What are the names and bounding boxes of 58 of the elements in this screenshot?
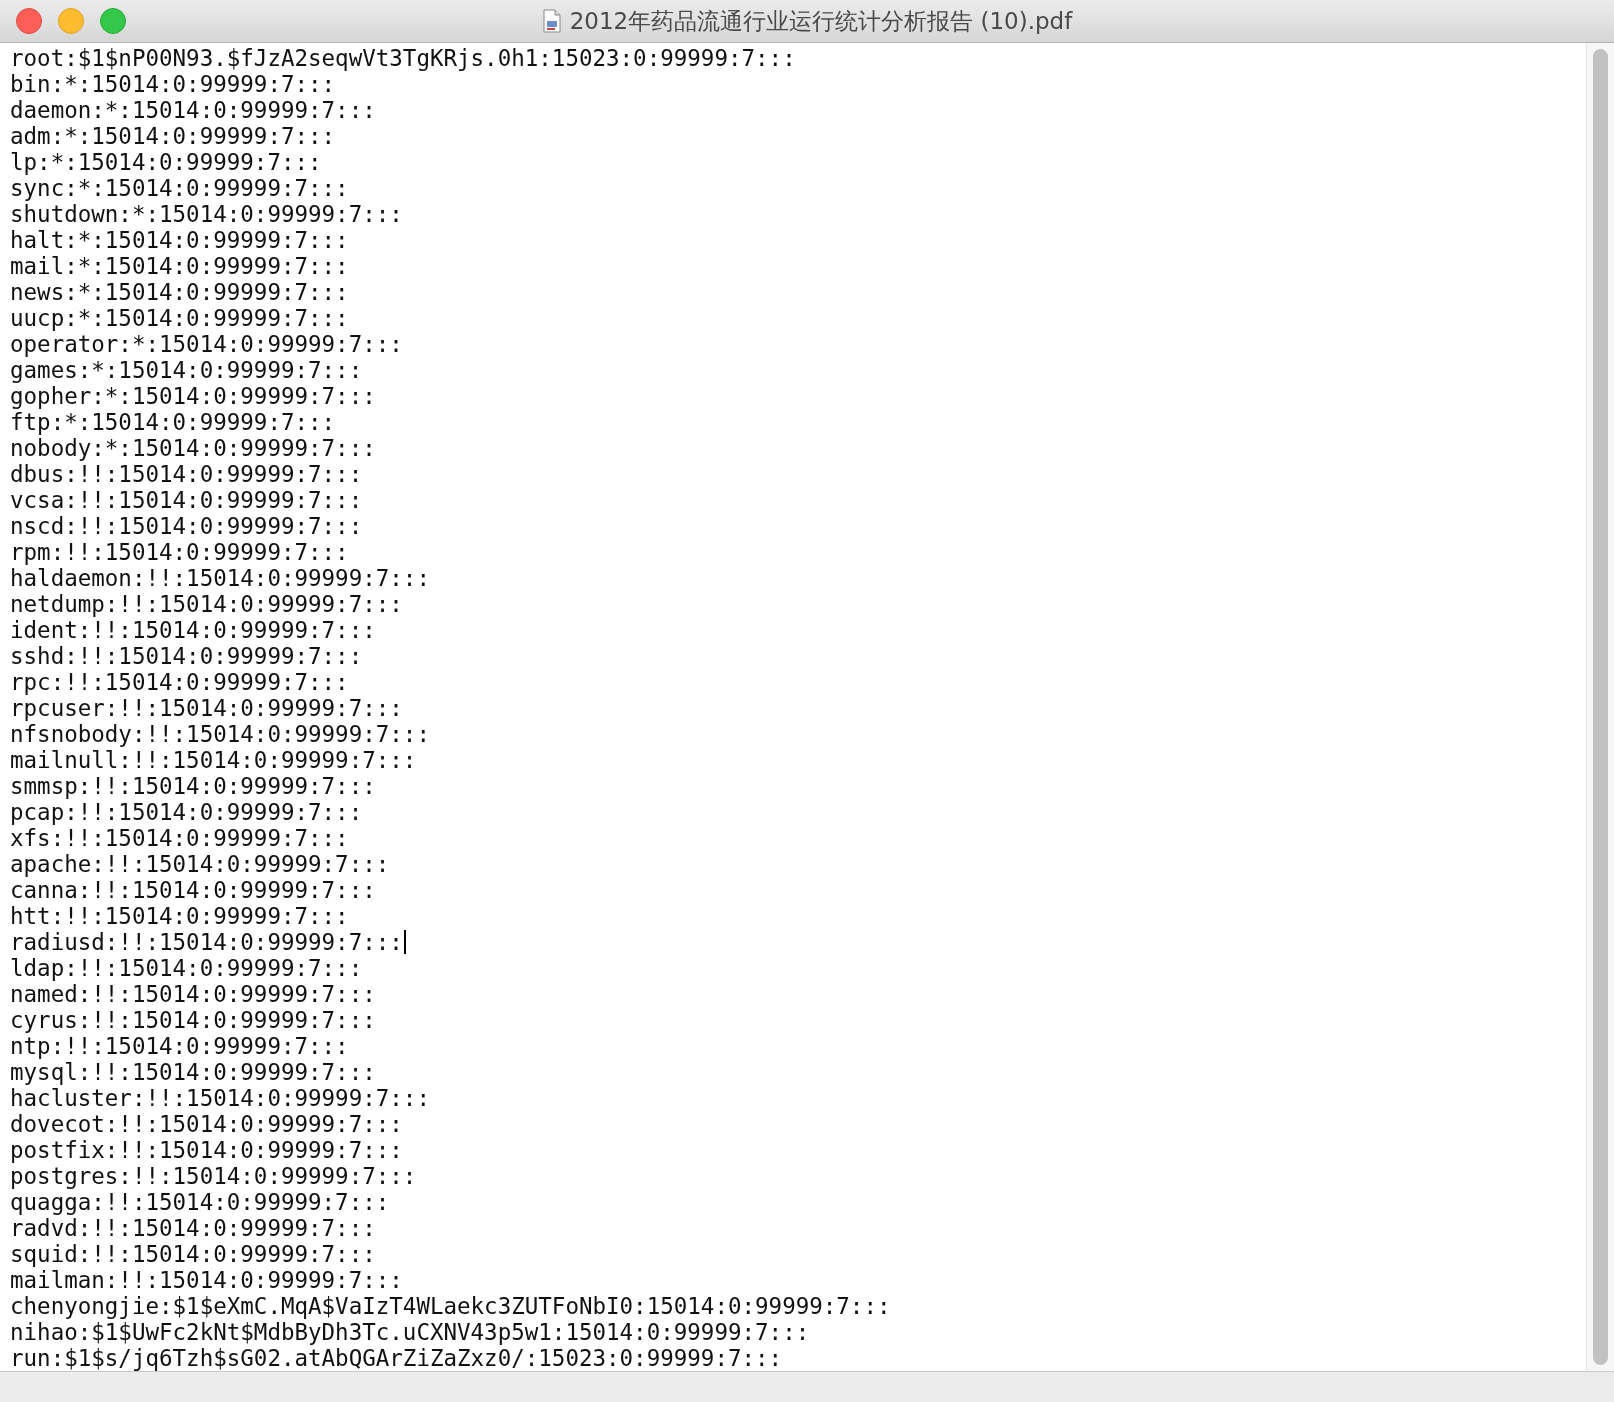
text-line: haldaemon:!!:15014:0:99999:7:::	[10, 565, 430, 591]
text-line: rpcuser:!!:15014:0:99999:7:::	[10, 695, 403, 721]
text-line: nfsnobody:!!:15014:0:99999:7:::	[10, 721, 430, 747]
scrollbar-thumb[interactable]	[1593, 49, 1608, 1365]
text-line: root:$1$nP00N93.$fJzA2seqwVt3TgKRjs.0h1:15023:0:99999:7:::	[10, 45, 796, 71]
minimize-button[interactable]	[58, 8, 84, 34]
text-line: cyrus:!!:15014:0:99999:7:::	[10, 1007, 376, 1033]
text-line: gopher:*:15014:0:99999:7:::	[10, 383, 376, 409]
text-line: operator:*:15014:0:99999:7:::	[10, 331, 403, 357]
text-line: named:!!:15014:0:99999:7:::	[10, 981, 376, 1007]
text-line: vcsa:!!:15014:0:99999:7:::	[10, 487, 363, 513]
text-line: rpm:!!:15014:0:99999:7:::	[10, 539, 349, 565]
text-line: nihao:$1$UwFc2kNt$MdbByDh3Tc.uCXNV43p5w1:15014:0:99999:7:::	[10, 1319, 810, 1345]
text-line: dovecot:!!:15014:0:99999:7:::	[10, 1111, 403, 1137]
text-line: xfs:!!:15014:0:99999:7:::	[10, 825, 349, 851]
text-line: rpc:!!:15014:0:99999:7:::	[10, 669, 349, 695]
text-line: postfix:!!:15014:0:99999:7:::	[10, 1137, 403, 1163]
text-line: adm:*:15014:0:99999:7:::	[10, 123, 336, 149]
text-line: shutdown:*:15014:0:99999:7:::	[10, 201, 403, 227]
text-line: ident:!!:15014:0:99999:7:::	[10, 617, 376, 643]
text-line: sshd:!!:15014:0:99999:7:::	[10, 643, 363, 669]
text-line: uucp:*:15014:0:99999:7:::	[10, 305, 349, 331]
text-line: quagga:!!:15014:0:99999:7:::	[10, 1189, 390, 1215]
text-line: ntp:!!:15014:0:99999:7:::	[10, 1033, 349, 1059]
text-line: hacluster:!!:15014:0:99999:7:::	[10, 1085, 430, 1111]
text-line: radiusd:!!:15014:0:99999:7:::	[10, 929, 403, 955]
text-line: htt:!!:15014:0:99999:7:::	[10, 903, 349, 929]
text-line: mailnull:!!:15014:0:99999:7:::	[10, 747, 417, 773]
text-line: halt:*:15014:0:99999:7:::	[10, 227, 349, 253]
text-line: nobody:*:15014:0:99999:7:::	[10, 435, 376, 461]
text-line: run:$1$s/jq6Tzh$sG02.atAbQGArZiZaZxz0/:15023:0:99999:7:::	[10, 1345, 783, 1371]
window-title: 2012年药品流通行业运行统计分析报告 (10).pdf	[569, 6, 1073, 36]
text-line: mailman:!!:15014:0:99999:7:::	[10, 1267, 403, 1293]
text-line: postgres:!!:15014:0:99999:7:::	[10, 1163, 417, 1189]
text-line: dbus:!!:15014:0:99999:7:::	[10, 461, 363, 487]
text-line: canna:!!:15014:0:99999:7:::	[10, 877, 376, 903]
text-line: mail:*:15014:0:99999:7:::	[10, 253, 349, 279]
text-line: lp:*:15014:0:99999:7:::	[10, 149, 322, 175]
text-line: pcap:!!:15014:0:99999:7:::	[10, 799, 363, 825]
scrollbar[interactable]	[1586, 43, 1614, 1371]
text-line: sync:*:15014:0:99999:7:::	[10, 175, 349, 201]
text-line: radvd:!!:15014:0:99999:7:::	[10, 1215, 376, 1241]
text-line: news:*:15014:0:99999:7:::	[10, 279, 349, 305]
close-button[interactable]	[16, 8, 42, 34]
text-line: smmsp:!!:15014:0:99999:7:::	[10, 773, 376, 799]
zoom-button[interactable]	[100, 8, 126, 34]
text-line: nscd:!!:15014:0:99999:7:::	[10, 513, 363, 539]
text-line: ldap:!!:15014:0:99999:7:::	[10, 955, 363, 981]
text-line: apache:!!:15014:0:99999:7:::	[10, 851, 390, 877]
document-icon	[541, 9, 562, 33]
text-line: games:*:15014:0:99999:7:::	[10, 357, 363, 383]
text-line: daemon:*:15014:0:99999:7:::	[10, 97, 376, 123]
text-line: squid:!!:15014:0:99999:7:::	[10, 1241, 376, 1267]
text-line: mysql:!!:15014:0:99999:7:::	[10, 1059, 376, 1085]
text-line: bin:*:15014:0:99999:7:::	[10, 71, 336, 97]
text-line: chenyongjie:$1$eXmC.MqA$VaIzT4WLaekc3ZUTFoNbI0:15014:0:99999:7:::	[10, 1293, 891, 1319]
text-line: ftp:*:15014:0:99999:7:::	[10, 409, 336, 435]
text-line: netdump:!!:15014:0:99999:7:::	[10, 591, 403, 617]
